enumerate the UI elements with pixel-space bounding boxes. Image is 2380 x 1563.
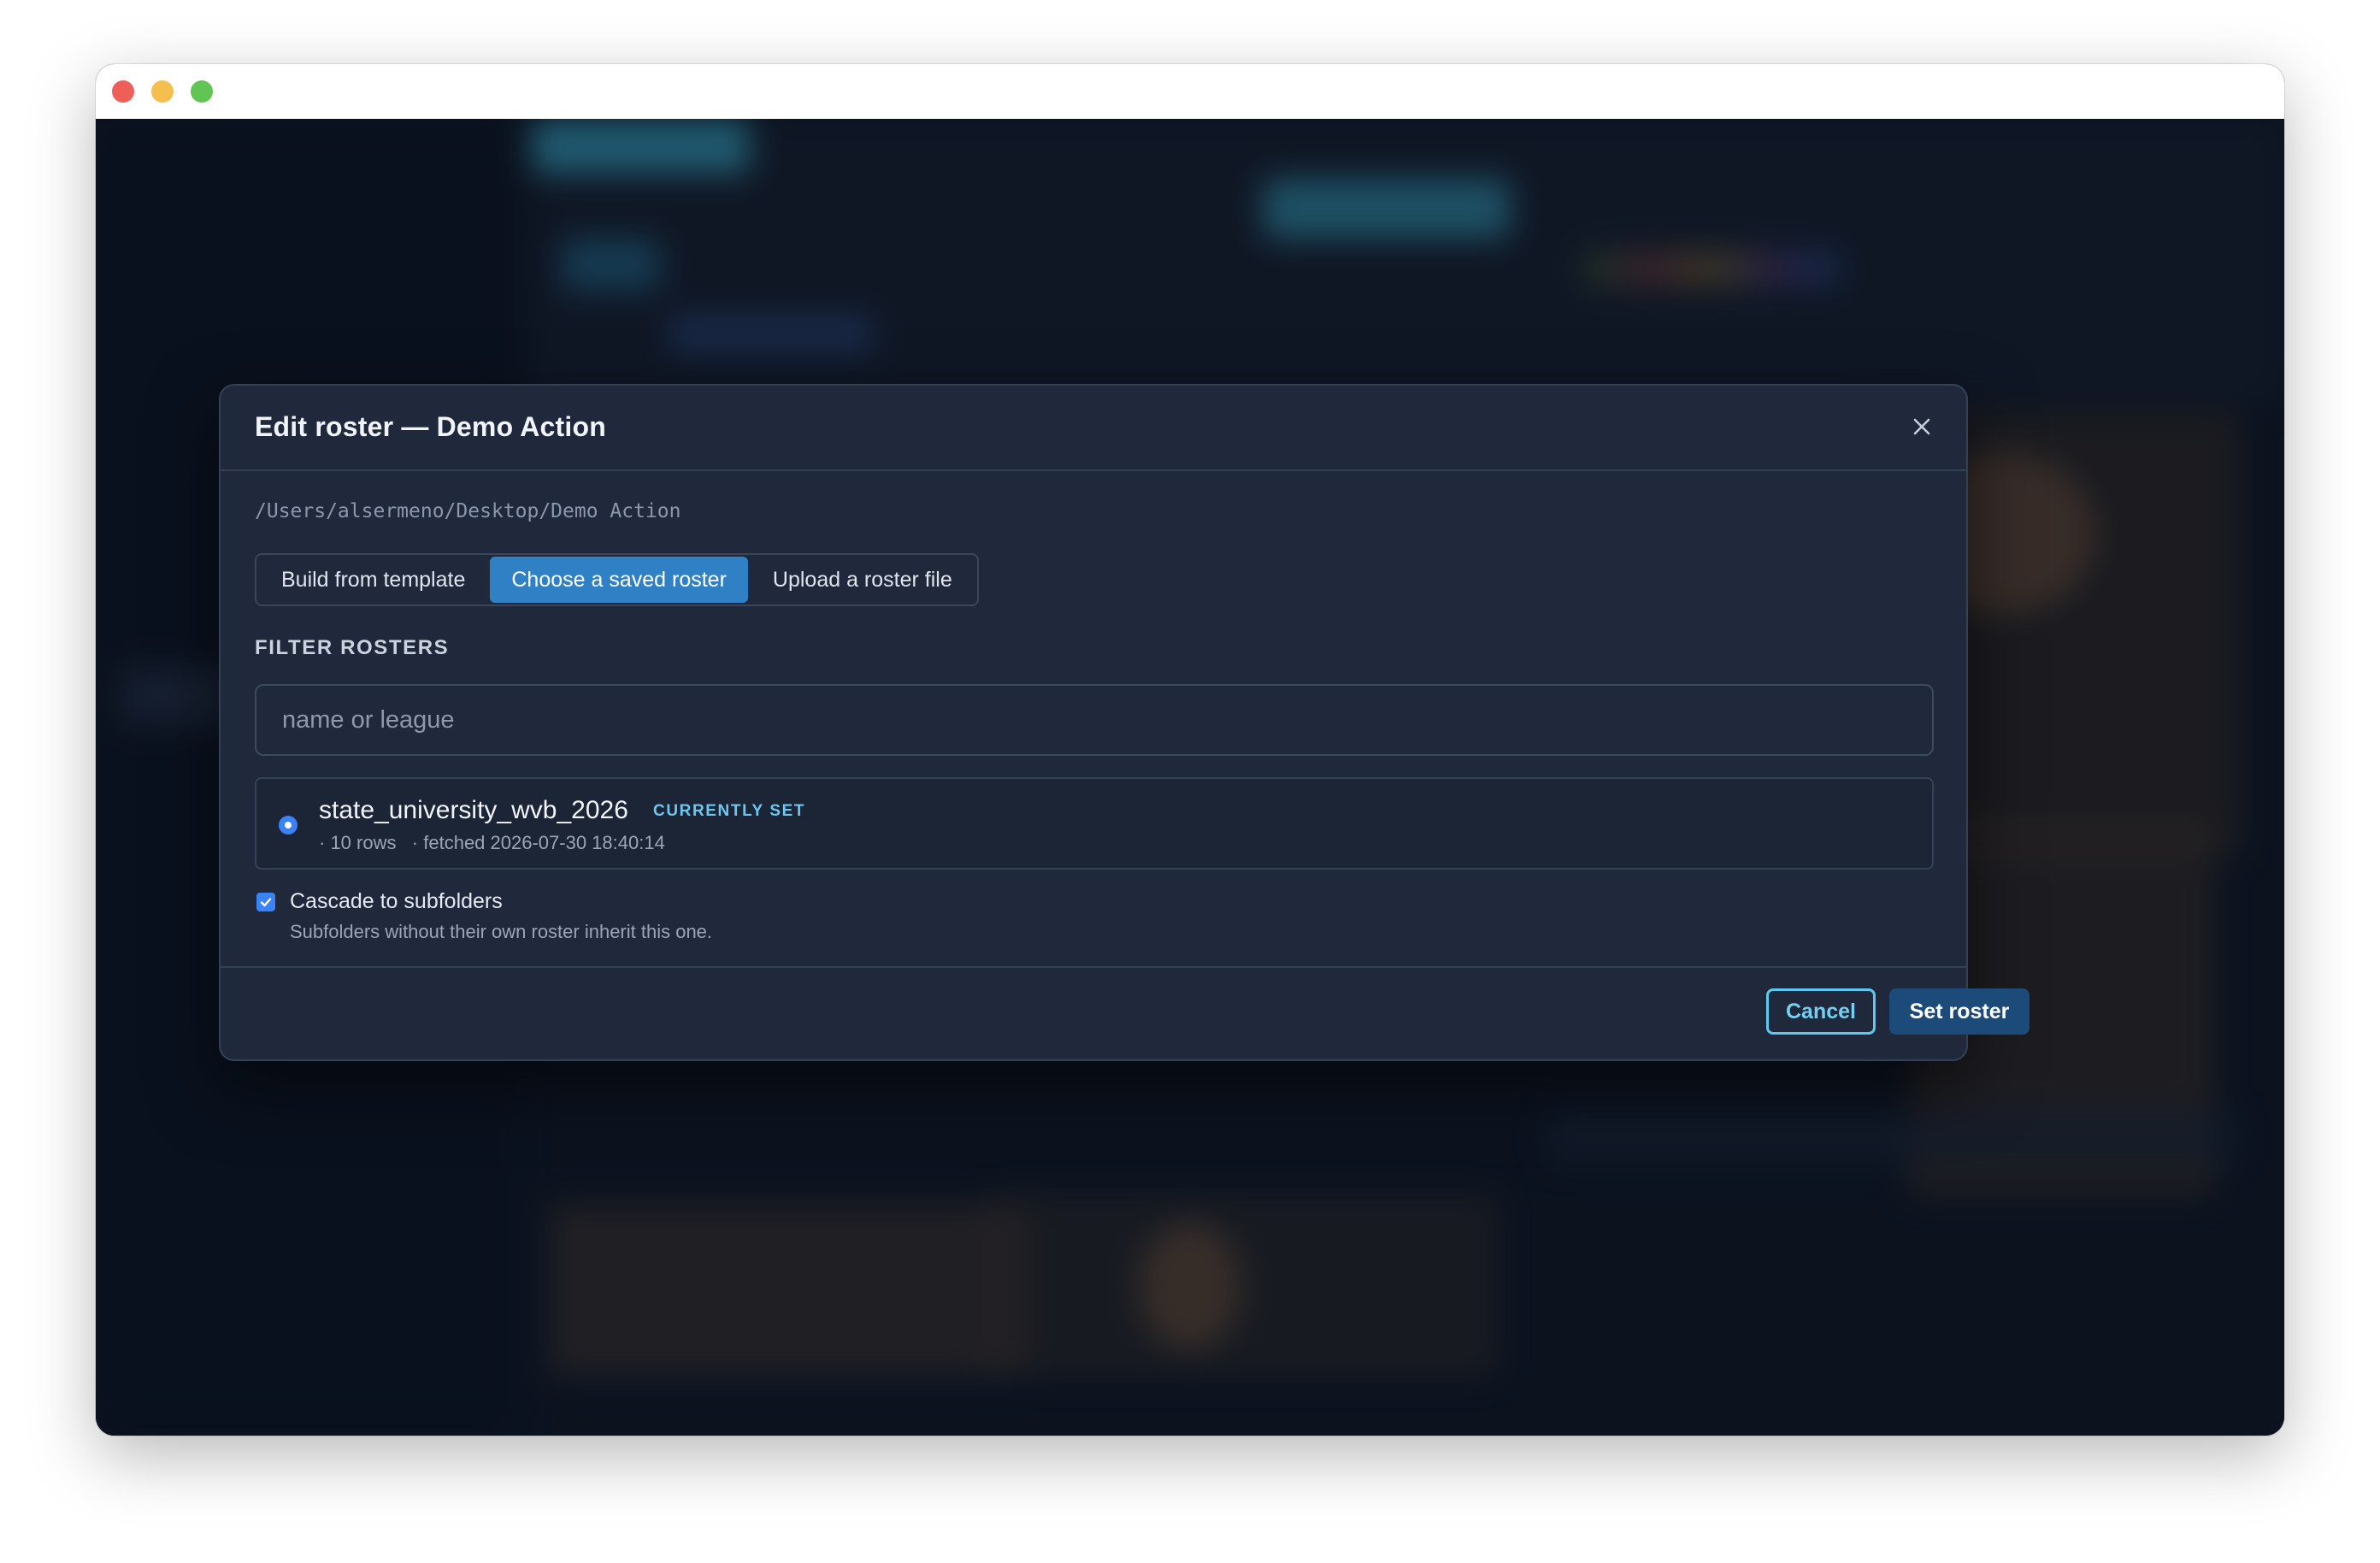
checkmark-icon xyxy=(260,898,272,907)
folder-path: /Users/alsermeno/Desktop/Demo Action xyxy=(255,500,681,522)
window-titlebar xyxy=(96,64,2284,120)
tab-choose-saved-roster[interactable]: Choose a saved roster xyxy=(490,557,748,603)
close-icon xyxy=(1913,418,1930,435)
close-dialog-button[interactable] xyxy=(1906,411,1937,442)
roster-name: state_university_wvb_2026 xyxy=(319,796,628,824)
roster-source-tabs: Build from template Choose a saved roste… xyxy=(255,553,979,606)
roster-list-item[interactable]: state_university_wvb_2026 CURRENTLY SET … xyxy=(255,777,1934,870)
set-roster-button[interactable]: Set roster xyxy=(1889,988,2029,1035)
tab-upload-roster-file[interactable]: Upload a roster file xyxy=(751,557,974,603)
dialog-header: Edit roster — Demo Action xyxy=(221,386,1966,471)
minimize-window-button[interactable] xyxy=(151,80,174,103)
cascade-checkbox[interactable] xyxy=(256,893,275,911)
roster-filter-input[interactable] xyxy=(255,684,1934,756)
radio-selected-icon[interactable] xyxy=(279,816,298,835)
roster-meta: · 10 rows · fetched 2026-07-30 18:40:14 xyxy=(319,832,665,853)
close-window-button[interactable] xyxy=(112,80,134,103)
filter-rosters-label: FILTER ROSTERS xyxy=(255,636,450,659)
dialog-footer: Cancel Set roster xyxy=(221,966,2029,1059)
tab-build-from-template[interactable]: Build from template xyxy=(260,557,486,603)
cascade-label[interactable]: Cascade to subfolders xyxy=(290,889,503,914)
currently-set-badge: CURRENTLY SET xyxy=(653,802,806,820)
edit-roster-dialog: Edit roster — Demo Action /Users/alserme… xyxy=(219,384,2029,1061)
zoom-window-button[interactable] xyxy=(191,80,213,103)
dialog-title: Edit roster — Demo Action xyxy=(255,411,606,442)
cancel-button[interactable]: Cancel xyxy=(1766,988,1876,1035)
cascade-help-text: Subfolders without their own roster inhe… xyxy=(290,921,713,942)
